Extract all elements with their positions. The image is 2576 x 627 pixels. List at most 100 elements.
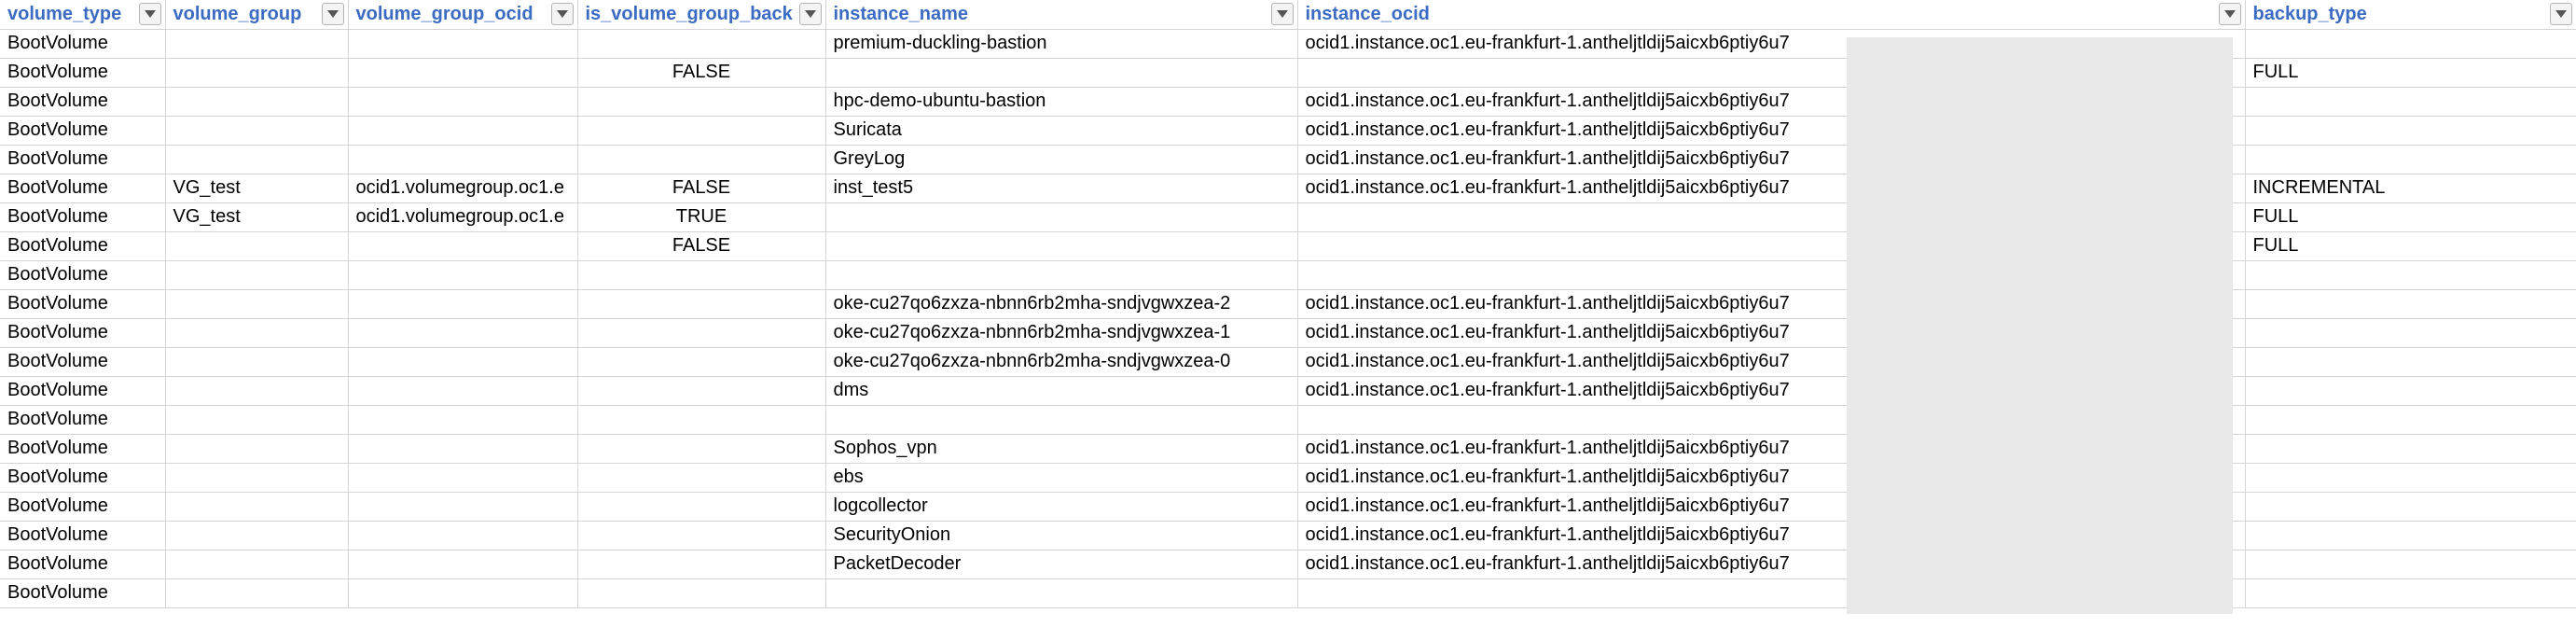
cell-volume-type[interactable]: BootVolume — [0, 29, 166, 59]
cell-volume-group-ocid[interactable] — [348, 58, 578, 88]
cell-instance-name[interactable]: oke-cu27qo6zxza-nbnn6rb2mha-sndjvgwxzea-… — [825, 318, 1298, 348]
cell-volume-group[interactable] — [165, 405, 349, 435]
cell-is-volume-group-back[interactable] — [577, 376, 826, 406]
column-header-is-volume-group-back[interactable]: is_volume_group_back — [577, 0, 826, 30]
cell-backup-type[interactable] — [2245, 550, 2576, 579]
cell-volume-group[interactable] — [165, 550, 349, 579]
cell-instance-name[interactable]: GreyLog — [825, 145, 1298, 174]
cell-is-volume-group-back[interactable] — [577, 434, 826, 464]
cell-instance-name[interactable]: PacketDecoder — [825, 550, 1298, 579]
cell-backup-type[interactable] — [2245, 260, 2576, 290]
cell-volume-type[interactable]: BootVolume — [0, 231, 166, 261]
cell-volume-group-ocid[interactable] — [348, 145, 578, 174]
cell-backup-type[interactable] — [2245, 347, 2576, 377]
cell-backup-type[interactable] — [2245, 434, 2576, 464]
cell-backup-type[interactable] — [2245, 521, 2576, 550]
cell-volume-type[interactable]: BootVolume — [0, 145, 166, 174]
cell-is-volume-group-back[interactable] — [577, 29, 826, 59]
cell-volume-group[interactable] — [165, 116, 349, 146]
cell-volume-type[interactable]: BootVolume — [0, 58, 166, 88]
cell-is-volume-group-back[interactable] — [577, 116, 826, 146]
cell-volume-group[interactable]: VG_test — [165, 202, 349, 232]
cell-backup-type[interactable] — [2245, 289, 2576, 319]
cell-volume-group[interactable] — [165, 434, 349, 464]
cell-backup-type[interactable]: FULL — [2245, 231, 2576, 261]
filter-dropdown-button[interactable] — [1270, 3, 1294, 25]
cell-volume-type[interactable]: BootVolume — [0, 492, 166, 522]
cell-volume-group[interactable] — [165, 463, 349, 493]
filter-dropdown-button[interactable] — [2549, 3, 2572, 25]
cell-backup-type[interactable] — [2245, 318, 2576, 348]
cell-volume-group[interactable] — [165, 492, 349, 522]
cell-volume-type[interactable]: BootVolume — [0, 202, 166, 232]
cell-volume-type[interactable]: BootVolume — [0, 116, 166, 146]
cell-volume-group-ocid[interactable] — [348, 116, 578, 146]
cell-volume-group-ocid[interactable] — [348, 521, 578, 550]
cell-is-volume-group-back[interactable] — [577, 289, 826, 319]
cell-instance-name[interactable] — [825, 578, 1298, 608]
cell-backup-type[interactable] — [2245, 463, 2576, 493]
cell-volume-group[interactable] — [165, 29, 349, 59]
cell-volume-type[interactable]: BootVolume — [0, 376, 166, 406]
column-header-instance-ocid[interactable]: instance_ocid — [1297, 0, 2246, 30]
cell-instance-name[interactable]: SecurityOnion — [825, 521, 1298, 550]
cell-volume-group[interactable] — [165, 578, 349, 608]
cell-is-volume-group-back[interactable] — [577, 550, 826, 579]
cell-volume-group-ocid[interactable] — [348, 434, 578, 464]
cell-volume-group-ocid[interactable]: ocid1.volumegroup.oc1.e — [348, 174, 578, 203]
cell-volume-group[interactable] — [165, 260, 349, 290]
cell-is-volume-group-back[interactable]: FALSE — [577, 58, 826, 88]
cell-instance-name[interactable] — [825, 58, 1298, 88]
cell-volume-type[interactable]: BootVolume — [0, 318, 166, 348]
filter-dropdown-button[interactable] — [2218, 3, 2241, 25]
cell-instance-name[interactable]: dms — [825, 376, 1298, 406]
cell-volume-type[interactable]: BootVolume — [0, 550, 166, 579]
cell-instance-name[interactable]: Suricata — [825, 116, 1298, 146]
cell-volume-group[interactable] — [165, 231, 349, 261]
cell-volume-type[interactable]: BootVolume — [0, 174, 166, 203]
cell-instance-name[interactable] — [825, 231, 1298, 261]
cell-volume-group-ocid[interactable] — [348, 463, 578, 493]
column-header-volume-group-ocid[interactable]: volume_group_ocid — [348, 0, 578, 30]
cell-is-volume-group-back[interactable]: FALSE — [577, 174, 826, 203]
cell-is-volume-group-back[interactable] — [577, 318, 826, 348]
cell-is-volume-group-back[interactable] — [577, 463, 826, 493]
cell-volume-group-ocid[interactable] — [348, 231, 578, 261]
cell-is-volume-group-back[interactable] — [577, 87, 826, 117]
cell-is-volume-group-back[interactable] — [577, 260, 826, 290]
cell-is-volume-group-back[interactable]: TRUE — [577, 202, 826, 232]
cell-is-volume-group-back[interactable] — [577, 578, 826, 608]
cell-volume-group[interactable]: VG_test — [165, 174, 349, 203]
cell-volume-type[interactable]: BootVolume — [0, 87, 166, 117]
cell-volume-type[interactable]: BootVolume — [0, 434, 166, 464]
cell-backup-type[interactable] — [2245, 376, 2576, 406]
cell-backup-type[interactable] — [2245, 492, 2576, 522]
cell-volume-group-ocid[interactable] — [348, 260, 578, 290]
cell-backup-type[interactable] — [2245, 87, 2576, 117]
cell-instance-name[interactable]: oke-cu27qo6zxza-nbnn6rb2mha-sndjvgwxzea-… — [825, 289, 1298, 319]
cell-is-volume-group-back[interactable]: FALSE — [577, 231, 826, 261]
cell-volume-type[interactable]: BootVolume — [0, 260, 166, 290]
cell-volume-group[interactable] — [165, 376, 349, 406]
cell-volume-group-ocid[interactable] — [348, 492, 578, 522]
cell-volume-group-ocid[interactable] — [348, 289, 578, 319]
cell-instance-name[interactable]: Sophos_vpn — [825, 434, 1298, 464]
cell-volume-type[interactable]: BootVolume — [0, 347, 166, 377]
cell-volume-group[interactable] — [165, 347, 349, 377]
cell-volume-type[interactable]: BootVolume — [0, 521, 166, 550]
cell-instance-name[interactable] — [825, 260, 1298, 290]
cell-instance-name[interactable]: logcollector — [825, 492, 1298, 522]
column-header-backup-type[interactable]: backup_type — [2245, 0, 2576, 30]
cell-is-volume-group-back[interactable] — [577, 145, 826, 174]
cell-instance-name[interactable]: inst_test5 — [825, 174, 1298, 203]
cell-volume-type[interactable]: BootVolume — [0, 289, 166, 319]
cell-instance-name[interactable] — [825, 405, 1298, 435]
spreadsheet[interactable]: volume_type volume_group volume_group_ocid… — [0, 0, 2576, 627]
cell-instance-name[interactable]: hpc-demo-ubuntu-bastion — [825, 87, 1298, 117]
cell-volume-group-ocid[interactable] — [348, 347, 578, 377]
cell-backup-type[interactable]: INCREMENTAL — [2245, 174, 2576, 203]
cell-volume-group-ocid[interactable] — [348, 405, 578, 435]
column-header-volume-group[interactable]: volume_group — [165, 0, 349, 30]
cell-volume-group-ocid[interactable] — [348, 578, 578, 608]
cell-volume-group[interactable] — [165, 87, 349, 117]
